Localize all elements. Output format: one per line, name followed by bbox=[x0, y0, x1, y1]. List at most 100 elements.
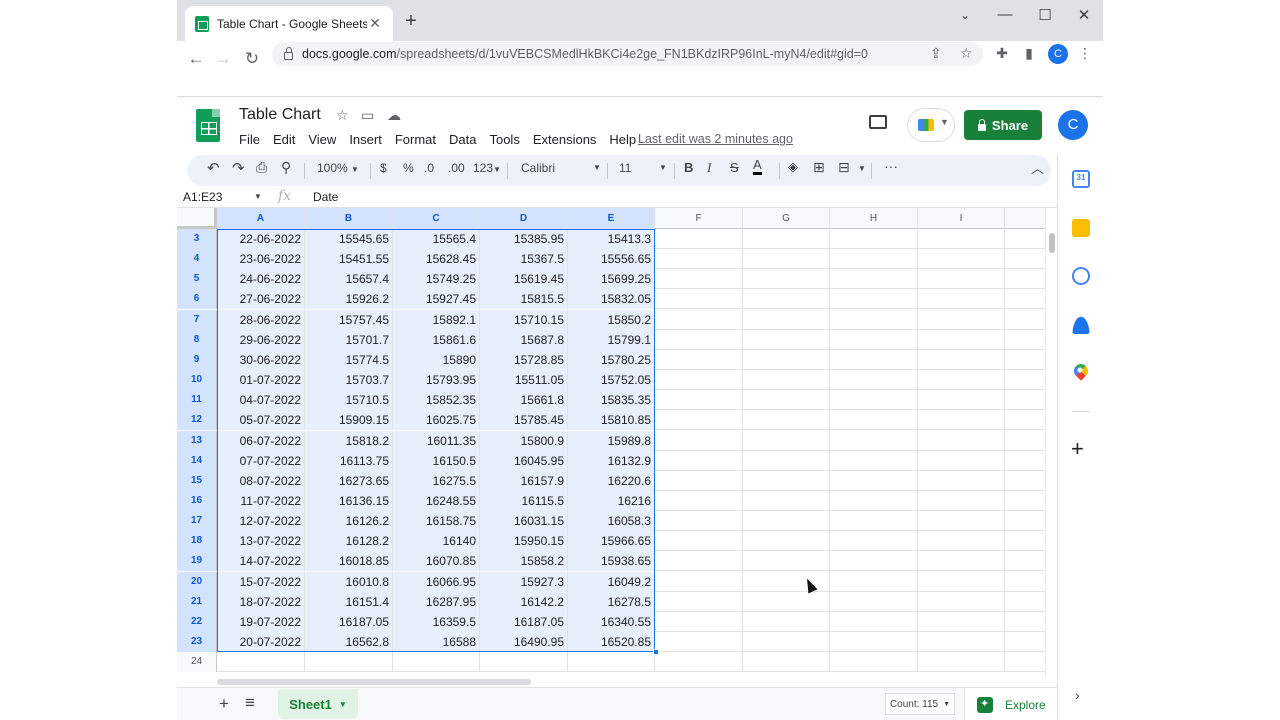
cell-d4[interactable]: 15367.5 bbox=[480, 249, 568, 270]
cell-e5[interactable]: 15699.25 bbox=[568, 269, 655, 290]
calendar-icon[interactable]: 31 bbox=[1072, 170, 1090, 188]
cell-g9[interactable] bbox=[743, 349, 830, 370]
row-header[interactable]: 3 bbox=[177, 229, 217, 249]
zoom-select[interactable]: 100% ▼ bbox=[317, 161, 359, 175]
cell-i5[interactable] bbox=[918, 269, 1005, 290]
cell-d18[interactable]: 15950.15 bbox=[480, 531, 568, 552]
cell-b14[interactable]: 16113.75 bbox=[305, 450, 393, 471]
cell-g16[interactable] bbox=[743, 490, 830, 511]
currency-format-button[interactable]: $ bbox=[380, 161, 387, 175]
cell-e13[interactable]: 15989.8 bbox=[568, 430, 655, 451]
paint-format-icon[interactable]: ⚲ bbox=[281, 159, 291, 176]
cell-h19[interactable] bbox=[830, 551, 918, 572]
cell-h14[interactable] bbox=[830, 450, 918, 471]
cell-h4[interactable] bbox=[830, 249, 918, 270]
cell-i4[interactable] bbox=[918, 249, 1005, 270]
cell-e12[interactable]: 15810.85 bbox=[568, 410, 655, 431]
cell-g19[interactable] bbox=[743, 551, 830, 572]
browser-profile-avatar[interactable]: C bbox=[1048, 44, 1068, 64]
cell-h11[interactable] bbox=[830, 390, 918, 411]
cell-d14[interactable]: 16045.95 bbox=[480, 450, 568, 471]
tab-search-chevron-icon[interactable]: ⌄ bbox=[950, 8, 980, 22]
merge-caret-icon[interactable]: ▼ bbox=[858, 164, 866, 173]
cloud-status-icon[interactable]: ☁ bbox=[387, 107, 401, 124]
cell-a6[interactable]: 27-06-2022 bbox=[217, 289, 305, 310]
cell-g6[interactable] bbox=[743, 289, 830, 310]
cell-b23[interactable]: 16562.8 bbox=[305, 632, 393, 652]
cell-c8[interactable]: 15861.6 bbox=[393, 329, 480, 350]
cell-a11[interactable]: 04-07-2022 bbox=[217, 390, 305, 411]
browser-menu-kebab-icon[interactable]: ⋮ bbox=[1075, 45, 1095, 62]
row-header[interactable]: 22 bbox=[177, 611, 217, 632]
cell-d12[interactable]: 15785.45 bbox=[480, 410, 568, 431]
cell-f16[interactable] bbox=[655, 490, 743, 511]
row-header[interactable]: 5 bbox=[177, 269, 217, 290]
print-icon[interactable]: ⎙ bbox=[256, 159, 267, 176]
cell-a10[interactable]: 01-07-2022 bbox=[217, 370, 305, 391]
cell-f20[interactable] bbox=[655, 571, 743, 592]
bold-icon[interactable]: B bbox=[684, 160, 693, 175]
font-size-select[interactable]: 11 ▼ bbox=[619, 161, 667, 175]
row-header[interactable]: 4 bbox=[177, 249, 217, 270]
cell-g13[interactable] bbox=[743, 430, 830, 451]
share-button[interactable]: Share bbox=[964, 110, 1042, 140]
redo-icon[interactable]: ↷ bbox=[232, 159, 245, 177]
menu-insert[interactable]: Insert bbox=[349, 132, 382, 147]
cell-g17[interactable] bbox=[743, 511, 830, 532]
cell-g24[interactable] bbox=[743, 652, 830, 673]
cell-i18[interactable] bbox=[918, 531, 1005, 552]
cell-a12[interactable]: 05-07-2022 bbox=[217, 410, 305, 431]
cell-e15[interactable]: 16220.6 bbox=[568, 470, 655, 491]
cell-d13[interactable]: 15800.9 bbox=[480, 430, 568, 451]
cell-e8[interactable]: 15799.1 bbox=[568, 329, 655, 350]
comment-history-icon[interactable] bbox=[869, 115, 887, 129]
cell-f11[interactable] bbox=[655, 390, 743, 411]
cell-d21[interactable]: 16142.2 bbox=[480, 591, 568, 612]
cell-c4[interactable]: 15628.45 bbox=[393, 249, 480, 270]
sheet-tab-sheet1[interactable]: Sheet1 ▼ bbox=[278, 689, 358, 719]
cell-b12[interactable]: 15909.15 bbox=[305, 410, 393, 431]
cell-a9[interactable]: 30-06-2022 bbox=[217, 349, 305, 370]
name-box[interactable]: A1:E23 bbox=[183, 190, 263, 204]
cell-d10[interactable]: 15511.05 bbox=[480, 370, 568, 391]
merge-cells-icon[interactable]: ⊟ bbox=[838, 159, 850, 176]
cell-e11[interactable]: 15835.35 bbox=[568, 390, 655, 411]
document-title[interactable]: Table Chart bbox=[239, 106, 321, 124]
minimize-icon[interactable]: — bbox=[990, 6, 1020, 23]
cell-d9[interactable]: 15728.85 bbox=[480, 349, 568, 370]
cell-a14[interactable]: 07-07-2022 bbox=[217, 450, 305, 471]
column-header-h[interactable]: H bbox=[830, 208, 918, 229]
cell-i6[interactable] bbox=[918, 289, 1005, 310]
cell-e17[interactable]: 16058.3 bbox=[568, 511, 655, 532]
cell-f14[interactable] bbox=[655, 450, 743, 471]
cell-g4[interactable] bbox=[743, 249, 830, 270]
column-header-b[interactable]: B bbox=[305, 208, 393, 229]
cell-e23[interactable]: 16520.85 bbox=[568, 632, 655, 652]
bookmark-star-icon[interactable]: ☆ bbox=[960, 45, 973, 62]
tab-close-icon[interactable]: ✕ bbox=[367, 15, 383, 32]
cell-a21[interactable]: 18-07-2022 bbox=[217, 591, 305, 612]
cell-f7[interactable] bbox=[655, 309, 743, 330]
cell-f21[interactable] bbox=[655, 591, 743, 612]
cell-h16[interactable] bbox=[830, 490, 918, 511]
cell-a4[interactable]: 23-06-2022 bbox=[217, 249, 305, 270]
cell-f9[interactable] bbox=[655, 349, 743, 370]
borders-icon[interactable]: ⊞ bbox=[813, 159, 825, 176]
spreadsheet-grid[interactable]: ABCDEFGHI 3 22-06-2022 15545.65 15565.4 1538… bbox=[177, 208, 1045, 677]
cell-c9[interactable]: 15890 bbox=[393, 349, 480, 370]
cell-f22[interactable] bbox=[655, 611, 743, 632]
row-header[interactable]: 6 bbox=[177, 289, 217, 310]
column-header-e[interactable]: E bbox=[568, 208, 655, 229]
cell-g12[interactable] bbox=[743, 410, 830, 431]
cell-b22[interactable]: 16187.05 bbox=[305, 611, 393, 632]
cell-h9[interactable] bbox=[830, 349, 918, 370]
cell-g11[interactable] bbox=[743, 390, 830, 411]
move-folder-icon[interactable]: ▭ bbox=[361, 107, 374, 124]
cell-g14[interactable] bbox=[743, 450, 830, 471]
cell-i12[interactable] bbox=[918, 410, 1005, 431]
extensions-puzzle-icon[interactable]: ✚ bbox=[992, 45, 1012, 62]
cell-i21[interactable] bbox=[918, 591, 1005, 612]
cell-i14[interactable] bbox=[918, 450, 1005, 471]
cell-c17[interactable]: 16158.75 bbox=[393, 511, 480, 532]
cell-d11[interactable]: 15661.8 bbox=[480, 390, 568, 411]
